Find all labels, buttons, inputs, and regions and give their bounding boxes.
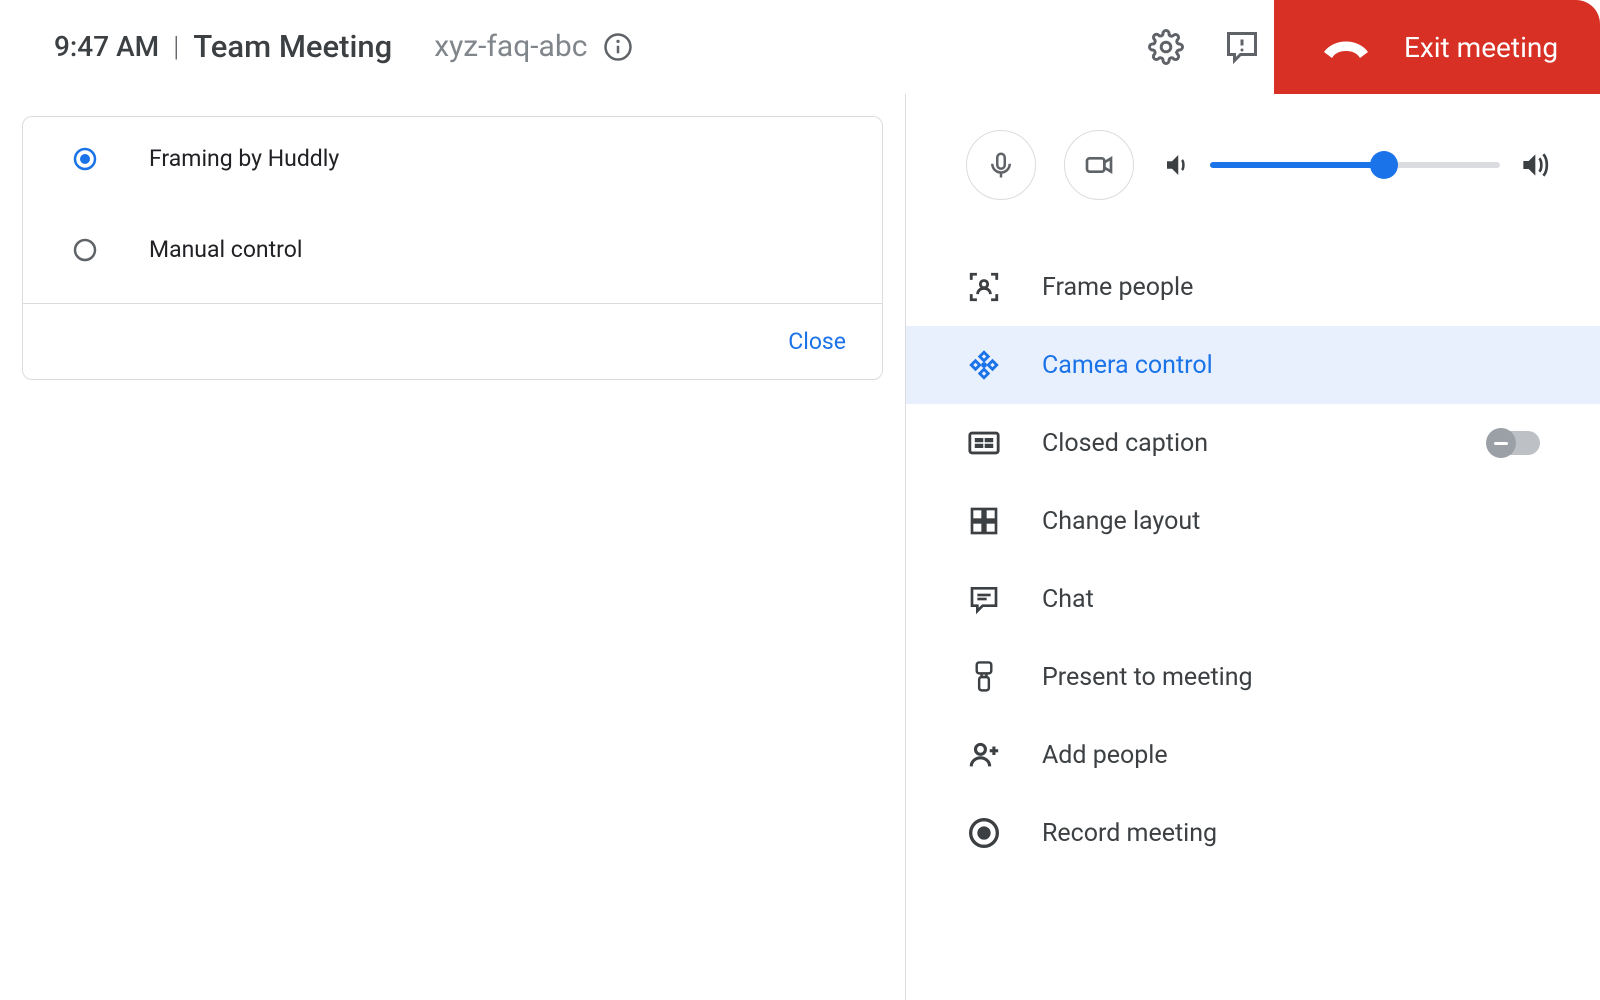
- camera-toggle-button[interactable]: [1064, 130, 1134, 200]
- menu-item-label: Change layout: [1042, 507, 1540, 536]
- menu-item-label: Record meeting: [1042, 819, 1540, 848]
- caption-toggle[interactable]: [1488, 431, 1540, 455]
- option-row-1[interactable]: Manual control: [23, 200, 882, 303]
- menu-item-closed-caption[interactable]: Closed caption: [906, 404, 1600, 482]
- menu-item-label: Closed caption: [1042, 429, 1448, 458]
- radio-selected-icon: [73, 147, 97, 171]
- volume-low-icon: [1162, 150, 1192, 180]
- present-icon: [966, 660, 1002, 694]
- mic-toggle-button[interactable]: [966, 130, 1036, 200]
- option-row-0[interactable]: Framing by Huddly: [23, 117, 882, 200]
- volume-slider[interactable]: [1210, 162, 1500, 168]
- layout-icon: [966, 505, 1002, 537]
- caption-icon: [966, 426, 1002, 460]
- radio-unselected-icon: [73, 238, 97, 262]
- settings-icon[interactable]: [1148, 29, 1184, 65]
- close-button[interactable]: Close: [788, 328, 846, 355]
- separator: |: [173, 30, 179, 63]
- clock: 9:47 AM: [54, 30, 159, 63]
- menu-item-change-layout[interactable]: Change layout: [906, 482, 1600, 560]
- top-bar: 9:47 AM | Team Meeting xyz-faq-abc: [0, 0, 1600, 94]
- camera-control-card: Framing by Huddly Manual control Close: [22, 116, 883, 380]
- menu-item-camera-control[interactable]: Camera control: [906, 326, 1600, 404]
- right-pane: Frame people Camera control Closed caption…: [906, 94, 1600, 1000]
- menu-item-label: Present to meeting: [1042, 663, 1540, 692]
- card-footer: Close: [23, 303, 882, 379]
- exit-label: Exit meeting: [1404, 31, 1558, 64]
- left-pane: Framing by Huddly Manual control Close: [0, 94, 906, 1000]
- menu-item-present-to-meeting[interactable]: Present to meeting: [906, 638, 1600, 716]
- option-label: Manual control: [149, 236, 302, 263]
- volume-high-icon: [1518, 149, 1550, 181]
- hangup-icon: [1316, 30, 1376, 64]
- add-people-icon: [966, 738, 1002, 772]
- menu-list: Frame people Camera control Closed caption…: [906, 228, 1600, 872]
- top-bar-actions: [1148, 0, 1260, 94]
- camera-control-icon: [966, 348, 1002, 382]
- menu-item-add-people[interactable]: Add people: [906, 716, 1600, 794]
- record-icon: [966, 817, 1002, 849]
- menu-item-record-meeting[interactable]: Record meeting: [906, 794, 1600, 872]
- media-controls: [906, 94, 1600, 228]
- info-icon[interactable]: [603, 32, 633, 62]
- feedback-icon[interactable]: [1224, 29, 1260, 65]
- option-label: Framing by Huddly: [149, 145, 339, 172]
- menu-item-label: Chat: [1042, 585, 1540, 614]
- menu-item-label: Add people: [1042, 741, 1540, 770]
- meeting-code: xyz-faq-abc: [434, 29, 587, 64]
- chat-icon: [966, 583, 1002, 615]
- menu-item-frame-people[interactable]: Frame people: [906, 248, 1600, 326]
- menu-item-label: Camera control: [1042, 351, 1540, 380]
- exit-meeting-button[interactable]: Exit meeting: [1274, 0, 1600, 94]
- menu-item-chat[interactable]: Chat: [906, 560, 1600, 638]
- menu-item-label: Frame people: [1042, 273, 1540, 302]
- meeting-title: Team Meeting: [193, 28, 392, 65]
- frame-people-icon: [966, 270, 1002, 304]
